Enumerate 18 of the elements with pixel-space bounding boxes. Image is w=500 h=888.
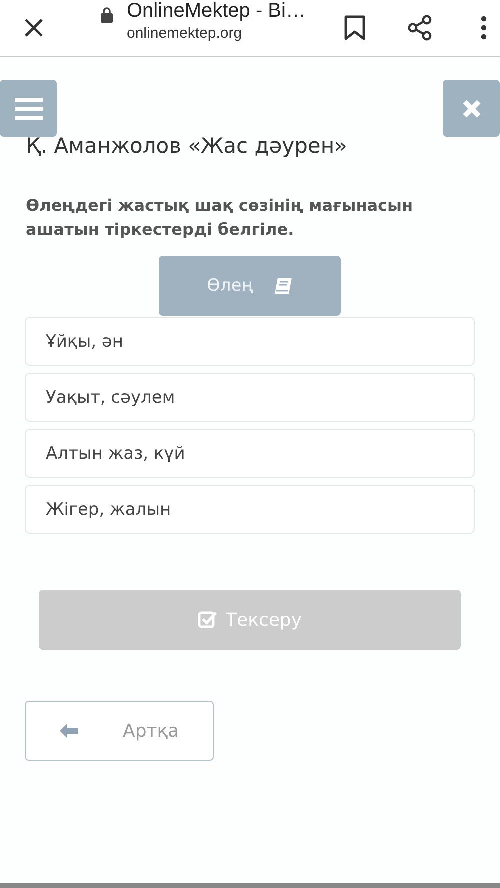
more-icon[interactable] bbox=[480, 16, 488, 40]
share-icon[interactable] bbox=[406, 14, 434, 42]
answer-option[interactable]: Жігер, жалын bbox=[25, 485, 475, 534]
answer-option[interactable]: Ұйқы, ән bbox=[25, 317, 475, 366]
lock-icon bbox=[101, 7, 113, 23]
lesson-title: Қ. Аманжолов «Жас дәурен» bbox=[26, 134, 348, 158]
book-icon bbox=[272, 277, 293, 295]
bookmark-icon[interactable] bbox=[344, 15, 366, 41]
checkbox-icon bbox=[198, 611, 218, 629]
answer-option[interactable]: Алтын жаз, күй bbox=[25, 429, 475, 478]
page-title: OnlineMektep - Bi… bbox=[127, 0, 307, 22]
close-icon[interactable] bbox=[23, 17, 45, 39]
question-text: Өлеңдегі жастық шақ сөзінің мағынасын ашатын тіркестерді белгіле. bbox=[26, 195, 414, 241]
menu-icon bbox=[14, 98, 42, 120]
answer-option[interactable]: Уақыт, сәулем bbox=[25, 373, 475, 422]
arrow-left-icon bbox=[59, 723, 79, 739]
page-url: onlinemektep.org bbox=[127, 25, 244, 42]
close-icon bbox=[462, 98, 482, 118]
